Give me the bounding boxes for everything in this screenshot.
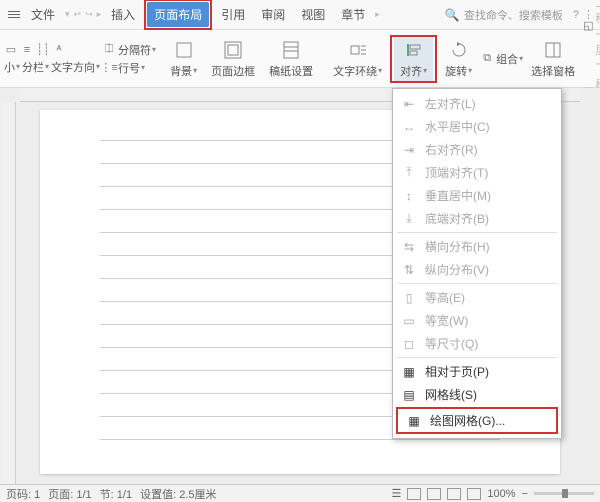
align-dropdown-menu: ⇤左对齐(L) ↔水平居中(C) ⇥右对齐(R) ⤒顶端对齐(T) ↕垂直居中(…	[392, 88, 562, 439]
lineno-icon[interactable]: ⋮≡	[102, 61, 116, 75]
tab-layout[interactable]: 页面布局	[147, 2, 209, 27]
tab-view[interactable]: 视图	[294, 2, 332, 27]
caret-icon: ▾	[64, 9, 71, 20]
menu-align-top: ⤒顶端对齐(T)	[393, 161, 561, 184]
menu-align-right: ⇥右对齐(R)	[393, 138, 561, 161]
vertical-ruler[interactable]	[2, 102, 16, 484]
eqwidth-icon: ▭	[401, 313, 417, 329]
menu-eqheight: ▯等高(E)	[393, 286, 561, 309]
background-icon	[173, 39, 195, 61]
wrap-button[interactable]: 文字环绕▾	[327, 32, 388, 85]
view-read-icon[interactable]	[427, 488, 441, 500]
menu-align-left: ⇤左对齐(L)	[393, 92, 561, 115]
highlight-drawgrid: ▦绘图网格(G)...	[396, 407, 558, 434]
lineno-label[interactable]: 行号▾	[118, 60, 145, 76]
gridlines-icon: ▤	[401, 387, 417, 403]
more-tabs-icon[interactable]: ▸	[374, 9, 381, 20]
search-placeholder[interactable]: 查找命令、搜索模板	[464, 7, 563, 23]
direction-label[interactable]: 文字方向▾	[51, 59, 100, 75]
align-icon	[403, 39, 425, 61]
background-button[interactable]: 背景▾	[164, 32, 203, 85]
rotate-button[interactable]: 旋转▾	[439, 32, 478, 85]
align-button[interactable]: 对齐▾	[394, 37, 433, 81]
menu-drawgrid[interactable]: ▦绘图网格(G)...	[398, 409, 556, 432]
eqheight-icon: ▯	[401, 290, 417, 306]
ribbon-toolbar: ▭≡┊┊ᴬ 小▾分栏▾文字方向▾ ⎅分隔符▾ ⋮≡行号▾ 背景▾ 页面边框 稿纸…	[0, 30, 600, 88]
columns-icon[interactable]: ≡	[20, 43, 34, 57]
status-bar: 页码: 1 页面: 1/1 节: 1/1 设置值: 2.5厘米 ☰ 100% −	[0, 484, 600, 502]
menu-align-bottom: ⤓底端对齐(B)	[393, 207, 561, 230]
paper-icon	[280, 39, 302, 61]
ribbon-breaks-group: ⎅分隔符▾ ⋮≡行号▾	[102, 42, 156, 76]
size-icon[interactable]: ┊┊	[36, 43, 50, 57]
view-web-icon[interactable]	[447, 488, 461, 500]
paper-button[interactable]: 稿纸设置	[263, 32, 319, 85]
align-bottom-icon: ⤓	[401, 211, 417, 227]
vdist-icon: ⇅	[401, 262, 417, 278]
tab-reference[interactable]: 引用	[214, 2, 252, 27]
eqsize-icon: ◻	[401, 336, 417, 352]
zoom-slider[interactable]	[534, 492, 594, 495]
search-icon[interactable]: 🔍	[445, 8, 460, 22]
tab-section[interactable]: 章节	[334, 2, 372, 27]
ribbon-arrange-stack: ⧉组合▾	[480, 51, 523, 67]
columns-label[interactable]: 分栏▾	[22, 59, 49, 75]
orientation-icon[interactable]: ▭	[4, 43, 18, 57]
menu-hdist: ⇆横向分布(H)	[393, 235, 561, 258]
align-vcenter-icon: ↕	[401, 188, 417, 204]
menu-vdist: ⇅纵向分布(V)	[393, 258, 561, 281]
relpage-icon: ▦	[401, 364, 417, 380]
view-outline-icon[interactable]	[467, 488, 481, 500]
menu-tab-bar: 文件 ▾ ↩ ↪ ▸ 插入 页面布局 引用 审阅 视图 章节 ▸ 🔍 查找命令、…	[0, 0, 600, 30]
status-pos: 设置值: 2.5厘米	[140, 486, 216, 502]
ribbon-margins-group: ▭≡┊┊ᴬ 小▾分栏▾文字方向▾	[4, 43, 100, 75]
status-page: 页码: 1	[6, 486, 40, 502]
pane-button[interactable]: 选择窗格	[525, 32, 581, 85]
highlight-align-button: 对齐▾	[390, 35, 437, 83]
status-section: 节: 1/1	[100, 486, 132, 502]
sep-icon2[interactable]: ⎅	[102, 43, 116, 57]
undo-icon[interactable]: ↩	[73, 9, 83, 20]
hamburger-icon[interactable]	[6, 7, 22, 23]
menu-relpage[interactable]: ▦相对于页(P)	[393, 360, 561, 383]
align-right-icon: ⇥	[401, 142, 417, 158]
tab-review[interactable]: 审阅	[254, 2, 292, 27]
drawgrid-icon: ▦	[406, 413, 422, 429]
sep-icon: ▸	[96, 9, 103, 20]
tab-file[interactable]: 文件	[24, 2, 62, 27]
rotate-icon	[448, 39, 470, 61]
highlight-layout-tab: 页面布局	[144, 0, 212, 30]
wrap-icon	[347, 39, 369, 61]
zoom-level[interactable]: 100%	[487, 488, 515, 500]
menu-align-vcenter: ↕垂直居中(M)	[393, 184, 561, 207]
border-button[interactable]: 页面边框	[205, 32, 261, 85]
moveup-icon: ◱	[583, 19, 593, 33]
moveup-label: 上移一层	[596, 0, 600, 58]
hdist-icon: ⇆	[401, 239, 417, 255]
status-pages: 页面: 1/1	[48, 486, 91, 502]
tab-insert[interactable]: 插入	[104, 2, 142, 27]
redo-icon[interactable]: ↪	[84, 9, 94, 20]
align-left-icon: ⇤	[401, 96, 417, 112]
zoom-out-icon[interactable]: −	[522, 488, 528, 500]
group-label[interactable]: 组合▾	[496, 51, 523, 67]
group-icon[interactable]: ⧉	[480, 52, 494, 66]
help-icon[interactable]: ?	[573, 9, 579, 21]
menu-align-hcenter: ↔水平居中(C)	[393, 115, 561, 138]
pane-icon	[542, 39, 564, 61]
border-icon	[222, 39, 244, 61]
align-top-icon: ⤒	[401, 165, 417, 181]
align-hcenter-icon: ↔	[401, 119, 417, 135]
separator-label[interactable]: 分隔符▾	[118, 42, 156, 58]
view-mode-icon[interactable]: ☰	[392, 487, 402, 500]
view-print-icon[interactable]	[407, 488, 421, 500]
menu-gridlines[interactable]: ▤网格线(S)	[393, 383, 561, 406]
menu-eqsize: ◻等尺寸(Q)	[393, 332, 561, 355]
small-label[interactable]: 小▾	[4, 59, 20, 75]
menu-eqwidth: ▭等宽(W)	[393, 309, 561, 332]
text-icon[interactable]: ᴬ	[52, 43, 66, 57]
